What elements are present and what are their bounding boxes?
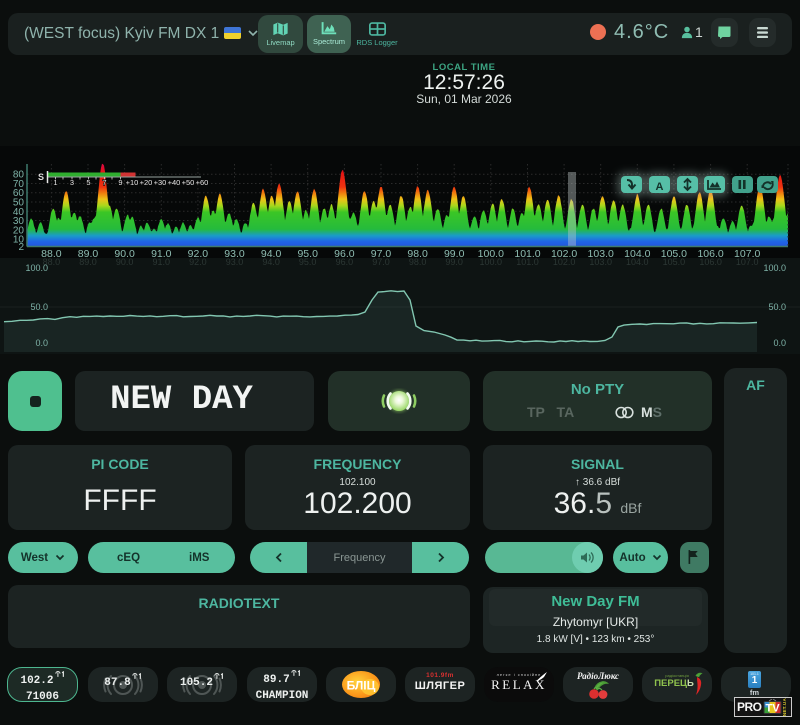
svg-text:99.0: 99.0	[445, 258, 463, 267]
svg-text:3: 3	[70, 178, 74, 187]
svg-text:100.0: 100.0	[25, 263, 48, 273]
svg-text:107.0: 107.0	[736, 258, 759, 267]
svg-text:96.0: 96.0	[336, 258, 354, 267]
svg-text:50.0: 50.0	[30, 302, 48, 312]
svg-text:89.0: 89.0	[79, 258, 97, 267]
svg-text:+40: +40	[168, 178, 181, 187]
svg-text:100.0: 100.0	[763, 263, 786, 273]
svg-text:S: S	[38, 172, 44, 182]
svg-text:7: 7	[102, 178, 106, 187]
svg-text:95.0: 95.0	[299, 258, 317, 267]
svg-text:+50: +50	[182, 178, 195, 187]
svg-text:1: 1	[53, 178, 57, 187]
svg-text:+10: +10	[126, 178, 139, 187]
svg-text:97.0: 97.0	[372, 258, 390, 267]
svg-text:102.0: 102.0	[553, 258, 576, 267]
svg-text:2: 2	[18, 242, 24, 253]
svg-text:103.0: 103.0	[589, 258, 612, 267]
svg-text:91.0: 91.0	[153, 258, 171, 267]
svg-text:92.0: 92.0	[189, 258, 207, 267]
svg-text:5: 5	[86, 178, 90, 187]
svg-text:101.0: 101.0	[516, 258, 539, 267]
svg-text:105.0: 105.0	[663, 258, 686, 267]
svg-text:A: A	[656, 181, 664, 193]
svg-text:98.0: 98.0	[409, 258, 427, 267]
svg-text:104.0: 104.0	[626, 258, 649, 267]
svg-text:0.0: 0.0	[773, 338, 786, 348]
svg-text:93.0: 93.0	[226, 258, 244, 267]
svg-text:100.0: 100.0	[480, 258, 503, 267]
svg-text:+60: +60	[196, 178, 209, 187]
svg-text:106.0: 106.0	[699, 258, 722, 267]
svg-text:90.0: 90.0	[116, 258, 134, 267]
svg-text:94.0: 94.0	[262, 258, 280, 267]
svg-text:+20: +20	[140, 178, 153, 187]
svg-text:0.0: 0.0	[35, 338, 48, 348]
svg-text:+30: +30	[154, 178, 167, 187]
svg-text:50.0: 50.0	[768, 302, 786, 312]
svg-text:TV: TV	[765, 703, 780, 715]
svg-text:9: 9	[118, 178, 122, 187]
svg-text:БЛІЦ: БЛІЦ	[347, 679, 376, 693]
